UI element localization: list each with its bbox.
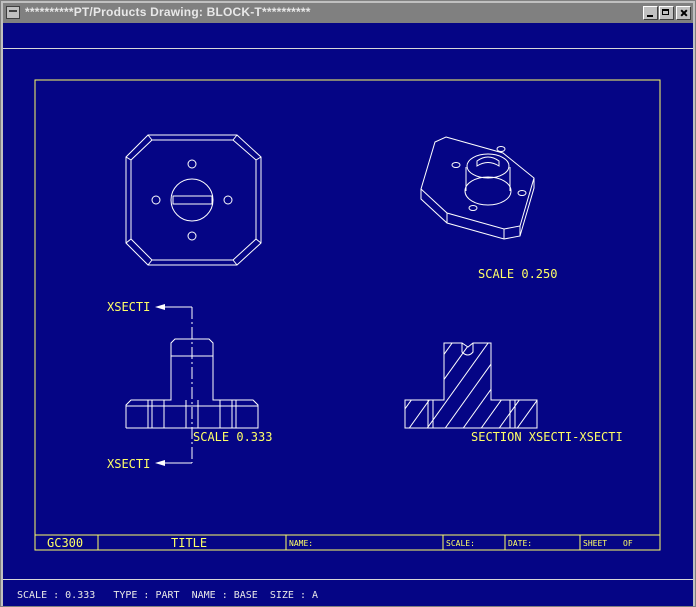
system-menu-icon[interactable] <box>6 6 20 19</box>
date-cell: DATE: <box>508 539 532 548</box>
hole-right <box>223 195 233 205</box>
status-text: SCALE : 0.333 TYPE : PART NAME : BASE SI… <box>17 590 319 601</box>
title-bar[interactable]: **********PT/Products Drawing: BLOCK-T**… <box>3 3 693 23</box>
drawing-number: GC300 <box>47 536 83 550</box>
drawing-canvas[interactable]: SCALE 0.250 XSECTI XSECTI SCALE 0.333 SE… <box>3 49 693 580</box>
isometric-view <box>420 136 535 240</box>
top-view-outline <box>125 134 262 266</box>
boss-slot <box>172 195 213 205</box>
scale-main-label: SCALE 0.333 <box>193 430 272 444</box>
menu-bar <box>3 23 693 49</box>
top-view <box>125 134 262 266</box>
top-view-inner-outline <box>130 139 257 261</box>
center-boss <box>170 178 214 222</box>
sheet-cell: SHEET <box>583 539 607 548</box>
section-outline <box>404 342 538 429</box>
name-cell: NAME: <box>289 539 313 548</box>
maximize-button[interactable] <box>659 6 674 20</box>
sheet-border <box>34 79 661 551</box>
xsect-label-bottom: XSECTI <box>107 457 150 471</box>
section-view <box>404 342 538 429</box>
title-block <box>34 534 661 551</box>
drawing-sheet: SCALE 0.250 XSECTI XSECTI SCALE 0.333 SE… <box>34 79 661 551</box>
scale-iso-label: SCALE 0.250 <box>478 267 557 281</box>
section-label: SECTION XSECTI-XSECTI <box>471 430 623 444</box>
hole-bottom <box>187 231 197 241</box>
hole-top <box>187 159 197 169</box>
close-button[interactable] <box>676 6 691 20</box>
application-window: **********PT/Products Drawing: BLOCK-T**… <box>0 0 696 607</box>
iso-boss-base <box>464 176 512 206</box>
xsect-label-top: XSECTI <box>107 300 150 314</box>
client-area: SCALE 0.250 XSECTI XSECTI SCALE 0.333 SE… <box>3 23 693 606</box>
window-title: **********PT/Products Drawing: BLOCK-T**… <box>25 5 311 19</box>
status-bar: SCALE : 0.333 TYPE : PART NAME : BASE SI… <box>3 580 693 606</box>
minimize-button[interactable] <box>643 6 658 20</box>
of-cell: OF <box>623 539 633 548</box>
section-arrows <box>155 304 165 466</box>
scale-cell: SCALE: <box>446 539 475 548</box>
iso-boss-top <box>466 153 510 179</box>
hole-left <box>151 195 161 205</box>
title-cell: TITLE <box>171 536 207 550</box>
